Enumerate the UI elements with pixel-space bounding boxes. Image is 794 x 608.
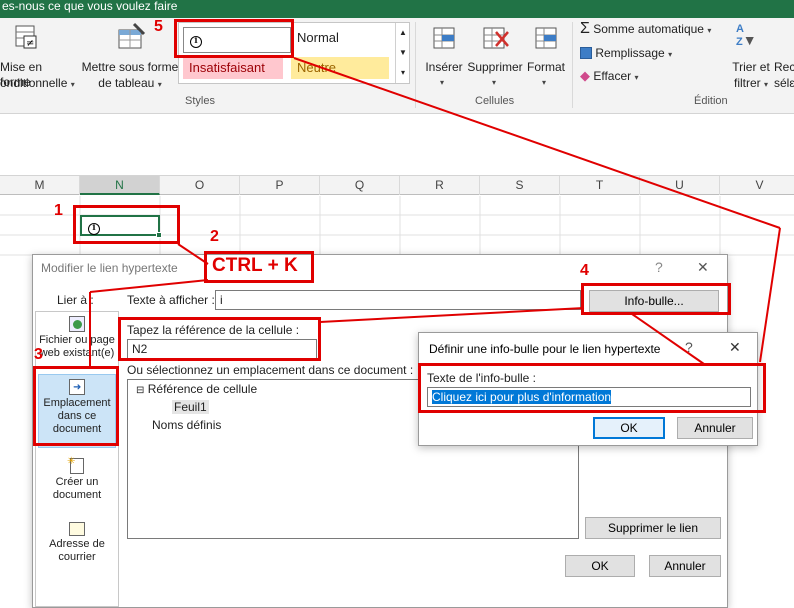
annotation-number-3: 3 — [34, 346, 43, 363]
highlight-style-gallery — [174, 19, 294, 58]
highlight-cell — [73, 205, 180, 244]
highlight-place-in-document — [33, 366, 119, 446]
highlight-screentip-button — [581, 283, 731, 315]
annotation-number-2: 2 — [210, 228, 219, 245]
annotation-number-5: 5 — [154, 18, 163, 35]
annotation-number-4: 4 — [580, 262, 589, 279]
highlight-screentip-text — [418, 363, 766, 413]
keyboard-shortcut-text: CTRL + K — [212, 255, 298, 276]
annotation-number-1: 1 — [54, 202, 63, 219]
highlight-cell-reference — [118, 317, 321, 361]
